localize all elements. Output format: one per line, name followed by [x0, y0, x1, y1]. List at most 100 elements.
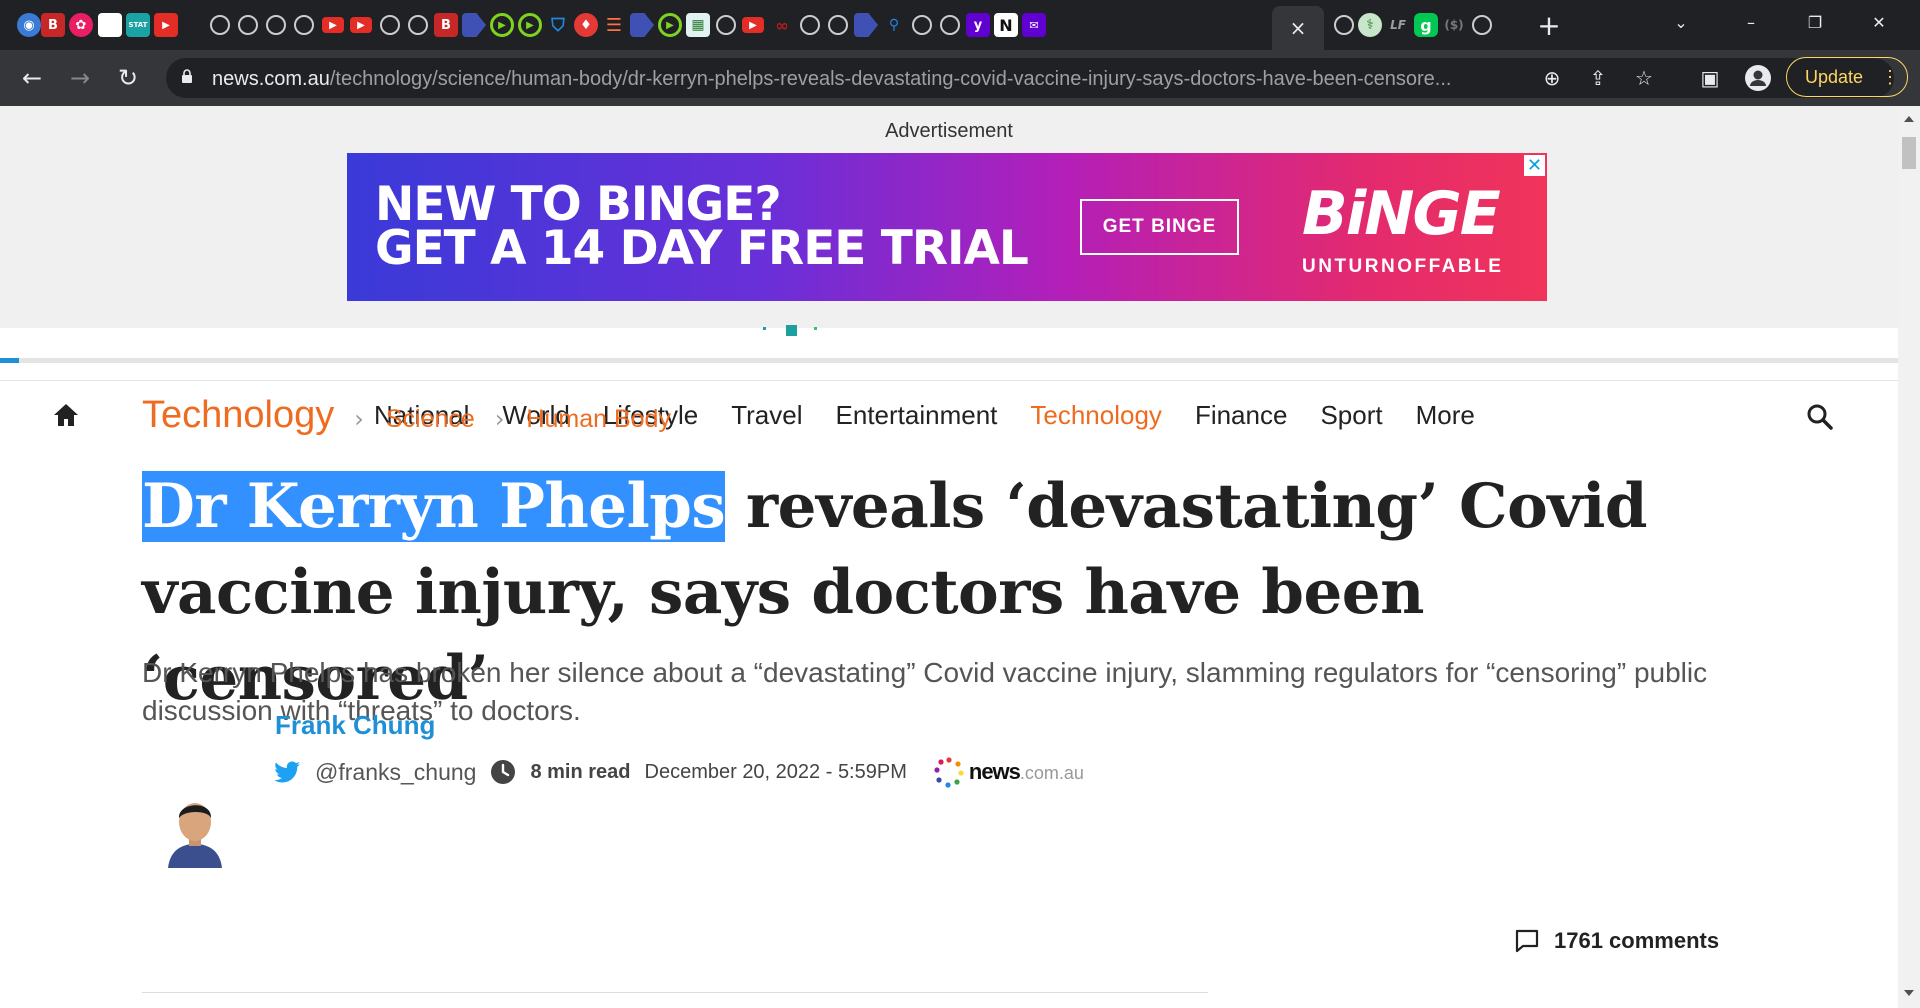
tab-favicon-bars-icon[interactable]: ☰ — [602, 13, 626, 37]
reload-button[interactable]: ↻ — [112, 62, 144, 94]
tab-favicon-globe-icon[interactable] — [210, 15, 230, 35]
nav-underline — [0, 358, 1898, 363]
page-scrollbar[interactable] — [1898, 106, 1920, 1008]
nav-link-technology[interactable]: Technology — [1030, 400, 1162, 431]
side-panel-icon[interactable]: ▣ — [1694, 62, 1726, 94]
tab-favicon-lf-icon[interactable]: LF — [1386, 13, 1410, 37]
tab-favicon-white-square-icon[interactable] — [98, 13, 122, 37]
ad-headline: NEW TO BINGE? GET A 14 DAY FREE TRIAL — [375, 177, 1029, 276]
nav-link-more[interactable]: More — [1416, 400, 1475, 431]
breadcrumb-technology[interactable]: Technology — [142, 394, 334, 437]
tab-favicon-bi-icon[interactable]: B — [434, 13, 458, 37]
tab-favicon-globe-icon[interactable] — [408, 15, 428, 35]
nav-link-entertainment[interactable]: Entertainment — [836, 400, 998, 431]
tab-favicon-shield-icon[interactable]: ⛉ — [546, 13, 570, 37]
lock-icon[interactable] — [180, 69, 194, 83]
tab-favicon-youtube-icon[interactable]: ▶ — [322, 17, 344, 33]
meta-divider — [142, 992, 1208, 993]
tab-favicon-stat-icon[interactable]: STAT — [126, 13, 150, 37]
tab-favicon-globe-icon[interactable] — [1472, 15, 1492, 35]
tab-favicon-dollar-icon[interactable]: ($) — [1442, 13, 1466, 37]
close-window-button[interactable]: ✕ — [1850, 0, 1908, 44]
tab-favicon-globe-icon[interactable] — [294, 15, 314, 35]
tab-search-dropdown-icon[interactable]: ⌄ — [1652, 0, 1710, 44]
back-button[interactable]: ← — [16, 62, 48, 94]
kebab-menu-icon[interactable]: ⋮ — [1881, 67, 1899, 88]
breadcrumb-science[interactable]: Science — [386, 405, 475, 434]
tab-favicon-play-icon[interactable]: ▶ — [658, 13, 682, 37]
tab-favicon-play-icon[interactable]: ▶ — [518, 13, 542, 37]
tab-favicon-caduceus-icon[interactable]: ⚕ — [1358, 13, 1382, 37]
home-icon[interactable] — [52, 401, 80, 429]
publish-date: December 20, 2022 - 5:59PM — [644, 760, 907, 783]
author-avatar[interactable] — [160, 788, 230, 868]
breadcrumb: Technology › Science › Human Body — [142, 394, 671, 437]
minimize-button[interactable]: – — [1722, 0, 1780, 44]
tab-favicon-youtube-icon[interactable]: ▶ — [350, 17, 372, 33]
breadcrumb-human-body[interactable]: Human Body — [526, 405, 671, 434]
address-bar[interactable]: news.com.au/technology/science/human-bod… — [166, 58, 1894, 98]
ad-close-icon[interactable]: ✕ — [1524, 155, 1545, 176]
tab-favicon-globe-icon[interactable] — [800, 15, 820, 35]
tab-favicon-arrow-icon[interactable] — [630, 13, 654, 37]
scrollbar-thumb[interactable] — [1902, 137, 1916, 169]
tab-favicon-globe-icon[interactable] — [912, 15, 932, 35]
nav-link-travel[interactable]: Travel — [731, 400, 802, 431]
tab-favicon-grid-icon[interactable]: ▦ — [686, 13, 710, 37]
get-binge-button[interactable]: GET BINGE — [1080, 199, 1239, 255]
tab-favicon-youtube-icon[interactable]: ▶ — [154, 13, 178, 37]
new-tab-button[interactable]: + — [1533, 9, 1565, 42]
tab-favicon-youtube-icon[interactable]: ▶ — [742, 17, 764, 33]
tab-favicon-bi-icon[interactable]: B — [41, 13, 65, 37]
tab-favicon-globe-icon[interactable] — [238, 15, 258, 35]
news-com-au-logo-icon — [934, 757, 964, 788]
source-name[interactable]: news.com.au — [969, 759, 1084, 785]
tab-favicon-globe-icon[interactable] — [716, 15, 736, 35]
tab-favicon-globe-icon[interactable] — [940, 15, 960, 35]
ad-container: Advertisement NEW TO BINGE? GET A 14 DAY… — [0, 106, 1898, 328]
ad-tagline: UNTURNOFFABLE — [1302, 256, 1504, 277]
search-icon[interactable] — [1806, 403, 1834, 431]
selected-text[interactable]: Dr Kerryn Phelps — [142, 471, 726, 542]
tab-favicon-flower-icon[interactable]: ✿ — [69, 13, 93, 37]
author-twitter-handle[interactable]: @franks_chung — [315, 759, 476, 786]
scroll-up-arrow-icon[interactable] — [1904, 116, 1914, 122]
advertisement-label: Advertisement — [885, 120, 1013, 142]
tab-favicon-arrow-icon[interactable] — [854, 13, 878, 37]
binge-ad-banner[interactable]: NEW TO BINGE? GET A 14 DAY FREE TRIAL GE… — [347, 153, 1547, 301]
nav-link-sport[interactable]: Sport — [1320, 400, 1382, 431]
clock-icon — [491, 760, 516, 784]
active-tab[interactable]: × — [1272, 6, 1324, 50]
browser-tab-strip: ◉ B ✿ STAT ▶ ▶ ▶ B ▶ ▶ ⛉ ♦ ☰ ▶ ▦ ▶ ∞ ⚲ y… — [0, 0, 1920, 50]
tab-favicon-yahoo-icon[interactable]: y — [966, 13, 990, 37]
tab-favicon-globe-icon[interactable] — [828, 15, 848, 35]
comments-link[interactable]: 1761 comments — [1514, 928, 1719, 954]
tab-favicon-arrow-icon[interactable] — [462, 13, 486, 37]
profile-avatar-icon[interactable] — [1742, 62, 1774, 94]
tab-favicon-globe-icon[interactable] — [266, 15, 286, 35]
share-icon[interactable]: ⇪ — [1582, 64, 1614, 92]
tab-favicon-play-icon[interactable]: ▶ — [490, 13, 514, 37]
tab-favicon-mail-icon[interactable]: ✉ — [1022, 13, 1046, 37]
tab-favicon-search-icon[interactable]: ⚲ — [882, 13, 906, 37]
binge-logo: BiNGE — [1302, 179, 1501, 249]
close-tab-icon[interactable]: × — [1290, 16, 1307, 40]
nav-link-finance[interactable]: Finance — [1195, 400, 1288, 431]
tab-favicon-infinity-icon[interactable]: ∞ — [770, 13, 794, 37]
update-button[interactable]: Update ⋮ — [1786, 57, 1908, 97]
restore-button[interactable]: ❐ — [1786, 0, 1844, 44]
scroll-down-arrow-icon[interactable] — [1904, 990, 1914, 996]
url-text[interactable]: news.com.au/technology/science/human-bod… — [212, 68, 1692, 91]
tab-favicon-globe-icon[interactable] — [380, 15, 400, 35]
tab-favicon-g-icon[interactable]: g — [1414, 13, 1438, 37]
bookmark-star-icon[interactable]: ☆ — [1628, 64, 1660, 92]
read-time: 8 min read — [530, 760, 631, 783]
twitter-icon[interactable] — [275, 761, 301, 783]
tab-favicon-globe-icon[interactable]: ◉ — [17, 13, 41, 37]
tab-favicon-mic-icon[interactable]: ♦ — [574, 13, 598, 37]
zoom-icon[interactable]: ⊕ — [1536, 64, 1568, 92]
tab-favicon-globe-icon[interactable] — [1334, 15, 1354, 35]
author-name-link[interactable]: Frank Chung — [275, 710, 435, 741]
forward-button[interactable]: → — [64, 62, 96, 94]
tab-favicon-n-icon[interactable]: N — [994, 13, 1018, 37]
